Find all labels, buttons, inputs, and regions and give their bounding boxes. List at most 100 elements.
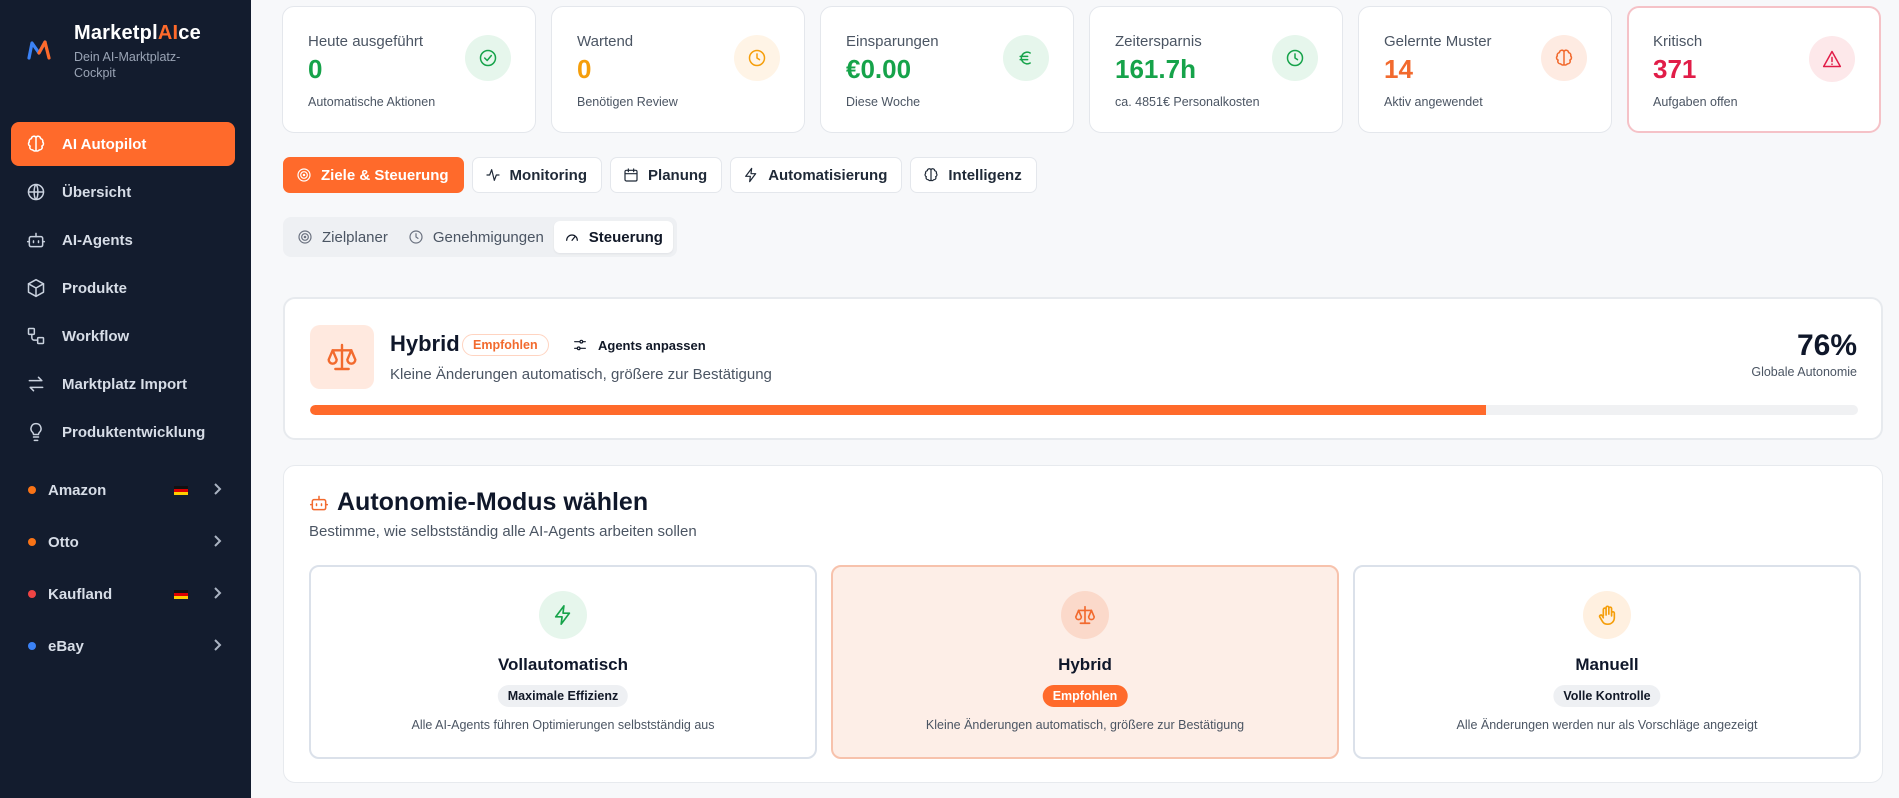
mode-option-manuell[interactable]: Manuell Volle Kontrolle Alle Änderungen … (1353, 565, 1861, 759)
stat-card-time-saved: Zeitersparnis 161.7h ca. 4851€ Personalk… (1089, 6, 1343, 133)
bot-icon (309, 495, 329, 510)
clock-icon (734, 35, 780, 81)
status-dot (28, 538, 36, 546)
nav-item-marktplatz-import[interactable]: Marktplatz Import (11, 362, 235, 406)
logo-icon (27, 40, 51, 60)
autonomy-mode-section: Autonomie-Modus wählen Bestimme, wie sel… (283, 465, 1883, 783)
recommended-badge: Empfohlen (462, 334, 549, 356)
tab-intelligenz[interactable]: Intelligenz (910, 157, 1037, 193)
tab-monitoring[interactable]: Monitoring (471, 157, 603, 193)
autonomy-progress-fill (310, 405, 1487, 415)
tab-automatisierung[interactable]: Automatisierung (730, 157, 903, 193)
lightbulb-icon (30, 422, 42, 442)
brand-subtitle: Dein AI-Marktplatz-Cockpit (74, 50, 181, 80)
option-title: Hybrid (1058, 655, 1112, 674)
nav-item-uebersicht[interactable]: Übersicht (11, 170, 235, 214)
globe-icon (27, 183, 45, 201)
subtab-steuerung[interactable]: Steuerung (553, 221, 673, 253)
status-dot (28, 486, 36, 494)
workflow-icon (27, 327, 45, 345)
subtab-genehmigungen[interactable]: Genehmigungen (398, 221, 554, 253)
package-icon (27, 278, 45, 298)
tab-ziele-steuerung[interactable]: Ziele & Steuerung (283, 157, 464, 193)
adjust-agents-button[interactable]: Agents anpassen (572, 334, 706, 356)
subtab-zielplaner[interactable]: Zielplaner (287, 221, 398, 253)
chevron-right-icon (214, 535, 222, 547)
stat-sub: Aufgaben offen (1653, 95, 1738, 109)
stat-card-learned-patterns: Gelernte Muster 14 Aktiv angewendet (1358, 6, 1612, 133)
option-title: Manuell (1575, 655, 1639, 674)
brand[interactable]: MarketplAIce Dein AI-Marktplatz-Cockpit (26, 22, 204, 81)
main-nav: AI Autopilot Übersicht AI-Agents Produkt… (11, 122, 235, 672)
stat-sub: Diese Woche (846, 95, 921, 109)
chevron-right-icon (214, 587, 222, 599)
check-circle-icon (465, 35, 511, 81)
global-autonomy-label: Globale Autonomie (1751, 365, 1857, 379)
zap-icon (539, 591, 587, 639)
marketplace-kaufland[interactable]: Kaufland (11, 568, 235, 620)
brand-name: MarketplAIce (74, 22, 201, 44)
scale-icon (310, 325, 374, 389)
sliders-icon (574, 339, 586, 351)
marketplace-otto[interactable]: Otto (11, 516, 235, 568)
mode-option-vollautomatisch[interactable]: Vollautomatisch Maximale Effizienz Alle … (309, 565, 817, 759)
marketplace-amazon[interactable]: Amazon (11, 464, 235, 516)
zap-icon (745, 167, 757, 183)
tab-planung[interactable]: Planung (610, 157, 723, 193)
euro-icon (1003, 35, 1049, 81)
option-badge: Maximale Effizienz (497, 685, 629, 707)
status-title: Hybrid (390, 331, 460, 356)
alert-triangle-icon (1809, 36, 1855, 82)
brain-icon (27, 135, 45, 152)
option-description: Kleine Änderungen automatisch, größere z… (925, 718, 1245, 732)
nav-item-ai-autopilot[interactable]: AI Autopilot (11, 122, 235, 166)
stat-sub: Aktiv angewendet (1384, 95, 1483, 109)
stat-sub: Automatische Aktionen (308, 95, 436, 109)
sidebar: MarketplAIce Dein AI-Marktplatz-Cockpit … (0, 0, 251, 798)
stat-card-critical[interactable]: Kritisch 371 Aufgaben offen (1627, 6, 1881, 133)
status-description: Kleine Änderungen automatisch, größere z… (390, 366, 772, 383)
scale-icon (1061, 591, 1109, 639)
main-tabs: Ziele & Steuerung Monitoring Planung Aut… (283, 157, 1037, 193)
brain-icon (1541, 35, 1587, 81)
option-badge: Volle Kontrolle (1553, 685, 1661, 707)
nav-item-workflow[interactable]: Workflow (11, 314, 235, 358)
stat-sub: ca. 4851€ Personalkosten (1115, 95, 1260, 109)
status-dot (28, 590, 36, 598)
gauge-icon (565, 234, 578, 241)
activity-icon (485, 169, 500, 181)
global-autonomy-value: 76% (1796, 329, 1857, 362)
option-description: Alle Änderungen werden nur als Vorschläg… (1456, 718, 1758, 732)
flag-de-icon (174, 486, 188, 495)
target-icon (297, 168, 311, 182)
stat-card-executed: Heute ausgeführt 0 Automatische Aktionen (282, 6, 536, 133)
option-badge: Empfohlen (1042, 685, 1128, 707)
mode-option-hybrid[interactable]: Hybrid Empfohlen Kleine Änderungen autom… (831, 565, 1339, 759)
status-dot (28, 642, 36, 650)
section-title: Autonomie-Modus wählen (337, 488, 649, 516)
chevron-right-icon (214, 639, 222, 651)
section-subtitle: Bestimme, wie selbstständig alle AI-Agen… (309, 523, 697, 540)
option-title: Vollautomatisch (497, 655, 629, 674)
stats-row: Heute ausgeführt 0 Automatische Aktionen… (282, 6, 1881, 133)
nav-item-ai-agents[interactable]: AI-Agents (11, 218, 235, 262)
brain-icon (924, 168, 938, 182)
flag-de-icon (174, 590, 188, 599)
chevron-right-icon (214, 483, 222, 495)
sub-tabs: Zielplaner Genehmigungen Steuerung (283, 217, 677, 257)
nav-item-produktentwicklung[interactable]: Produktentwicklung (11, 410, 235, 454)
clock-icon (1272, 35, 1318, 81)
clock-icon (409, 230, 423, 244)
option-description: Alle AI-Agents führen Optimierungen selb… (411, 718, 715, 732)
autonomy-status-card: Hybrid Empfohlen Agents anpassen Kleine … (283, 297, 1883, 440)
autonomy-progress-bar (310, 405, 1858, 415)
stat-card-savings: Einsparungen €0.00 Diese Woche (820, 6, 1074, 133)
arrows-icon (28, 376, 44, 392)
stat-card-waiting: Wartend 0 Benötigen Review (551, 6, 805, 133)
marketplace-ebay[interactable]: eBay (11, 620, 235, 672)
bot-icon (26, 232, 46, 248)
nav-item-produkte[interactable]: Produkte (11, 266, 235, 310)
target-icon (298, 230, 312, 244)
mode-options: Vollautomatisch Maximale Effizienz Alle … (309, 565, 1861, 759)
hand-icon (1583, 591, 1631, 639)
